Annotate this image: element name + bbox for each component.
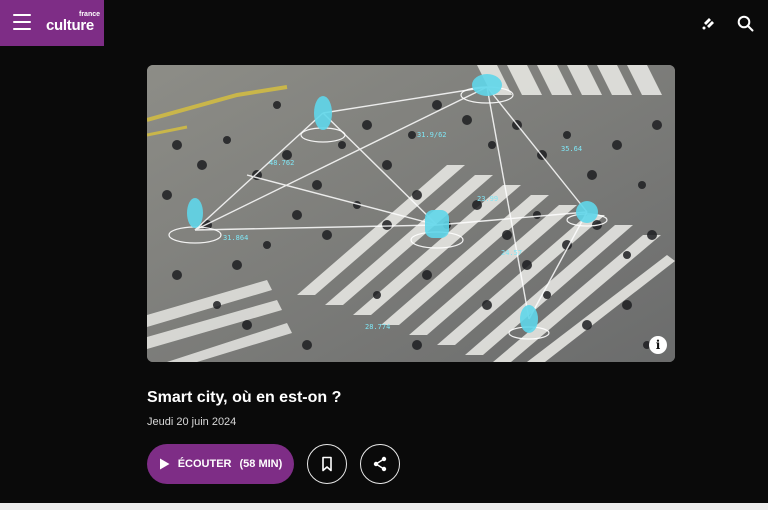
episode-title: Smart city, où en est-on ? — [147, 389, 342, 406]
image-info-button[interactable]: i — [649, 336, 667, 354]
bookmark-button[interactable] — [307, 444, 347, 484]
bookmark-icon — [322, 456, 332, 472]
episode-hero-image: 31.9/62 31.864 48.762 35.64 23.99 28.774… — [147, 65, 675, 362]
top-bar: france culture — [0, 0, 768, 46]
listen-button[interactable]: ÉCOUTER (58 MIN) — [147, 444, 294, 484]
page-bottom-edge — [0, 503, 768, 510]
listen-label: ÉCOUTER — [177, 458, 232, 470]
search-icon — [737, 15, 753, 31]
radio-icon — [702, 18, 714, 30]
hero-data-label: 31.9/62 — [417, 131, 447, 139]
share-button[interactable] — [360, 444, 400, 484]
search-button[interactable] — [734, 12, 756, 34]
smart-city-crowd-illustration: 31.9/62 31.864 48.762 35.64 23.99 28.774… — [147, 65, 675, 362]
episode-date: Jeudi 20 juin 2024 — [147, 416, 237, 428]
hero-data-label: 31.864 — [223, 234, 248, 242]
hero-data-label: 28.774 — [365, 323, 390, 331]
hero-data-label: 48.762 — [269, 159, 294, 167]
info-icon: i — [655, 338, 661, 352]
menu-icon — [13, 14, 31, 16]
brand-block: france culture — [0, 0, 104, 46]
listen-duration: (58 MIN) — [239, 458, 283, 470]
logo-culture-text: culture — [46, 17, 94, 34]
radio-direct-button[interactable] — [698, 12, 720, 34]
hero-data-label: 24.57 — [501, 249, 522, 257]
menu-button[interactable] — [13, 14, 31, 30]
hero-data-label: 35.64 — [561, 145, 582, 153]
share-icon — [373, 456, 387, 472]
hero-data-label: 23.99 — [477, 195, 498, 203]
play-icon — [159, 458, 170, 470]
